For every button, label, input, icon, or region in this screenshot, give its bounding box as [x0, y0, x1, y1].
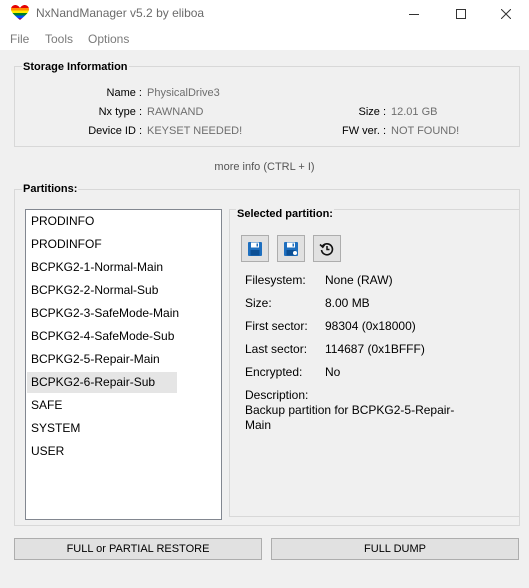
first-sector-label: First sector:	[245, 319, 308, 333]
encrypted-value: No	[325, 365, 341, 379]
partition-item-bcpkg2-2[interactable]: BCPKG2-2-Normal-Sub	[27, 280, 177, 301]
description-label: Description:	[245, 388, 309, 402]
close-button[interactable]	[483, 0, 529, 28]
last-sector-label: Last sector:	[245, 342, 308, 356]
name-label: Name :	[106, 87, 142, 99]
size-value: 12.01 GB	[391, 106, 438, 118]
dump-partition-button[interactable]	[241, 235, 269, 262]
partition-size-value: 8.00 MB	[325, 296, 370, 310]
partition-item-bcpkg2-1[interactable]: BCPKG2-1-Normal-Main	[27, 257, 177, 278]
partitions-title: Partitions:	[22, 183, 79, 195]
description-line-2: Main	[245, 418, 272, 432]
encrypted-label: Encrypted:	[245, 365, 303, 379]
partition-list[interactable]: PRODINFO PRODINFOF BCPKG2-1-Normal-Main …	[25, 209, 222, 520]
maximize-button[interactable]	[438, 0, 484, 28]
menu-bar: File Tools Options	[0, 28, 529, 50]
save-icon	[248, 241, 262, 256]
save-as-icon	[284, 241, 298, 256]
minimize-button[interactable]	[391, 0, 437, 28]
partition-item-system[interactable]: SYSTEM	[27, 418, 177, 439]
partition-item-prodinfof[interactable]: PRODINFOF	[27, 234, 177, 255]
restore-icon	[319, 242, 334, 256]
close-icon	[501, 9, 511, 19]
title-bar: NxNandManager v5.2 by eliboa	[0, 0, 529, 28]
nx-type-label: Nx type :	[98, 106, 142, 118]
partition-item-bcpkg2-3[interactable]: BCPKG2-3-SafeMode-Main	[27, 303, 179, 324]
description-line-1: Backup partition for BCPKG2-5-Repair-	[245, 403, 455, 417]
filesystem-label: Filesystem:	[245, 273, 306, 287]
heart-icon	[11, 5, 29, 20]
full-partial-restore-button[interactable]: FULL or PARTIAL RESTORE	[14, 538, 262, 560]
storage-info-title: Storage Information	[22, 61, 129, 73]
device-id-label: Device ID :	[88, 125, 142, 137]
partition-item-user[interactable]: USER	[27, 441, 177, 462]
menu-options[interactable]: Options	[88, 32, 129, 46]
description-text: Backup partition for BCPKG2-5-Repair- Ma…	[245, 403, 465, 433]
restore-partition-button[interactable]	[313, 235, 341, 262]
selected-partition-title: Selected partition:	[236, 208, 334, 220]
menu-file[interactable]: File	[10, 32, 29, 46]
name-value: PhysicalDrive3	[147, 87, 220, 99]
partition-item-safe[interactable]: SAFE	[27, 395, 177, 416]
first-sector-value: 98304 (0x18000)	[325, 319, 416, 333]
partition-size-label: Size:	[245, 296, 272, 310]
device-id-value: KEYSET NEEDED!	[147, 125, 243, 137]
partition-item-bcpkg2-4[interactable]: BCPKG2-4-SafeMode-Sub	[27, 326, 177, 347]
more-info-link[interactable]: more info (CTRL + I)	[0, 161, 529, 173]
selected-partition-panel	[229, 209, 520, 517]
minimize-icon	[409, 14, 419, 15]
window-title: NxNandManager v5.2 by eliboa	[36, 6, 205, 20]
fw-ver-value: NOT FOUND!	[391, 125, 460, 137]
save-as-partition-button[interactable]	[277, 235, 305, 262]
fw-ver-label: FW ver. :	[342, 125, 386, 137]
menu-tools[interactable]: Tools	[45, 32, 73, 46]
partition-item-bcpkg2-6[interactable]: BCPKG2-6-Repair-Sub	[27, 372, 177, 393]
partition-item-bcpkg2-5[interactable]: BCPKG2-5-Repair-Main	[27, 349, 177, 370]
size-label: Size :	[358, 106, 386, 118]
partition-item-prodinfo[interactable]: PRODINFO	[27, 211, 177, 232]
full-dump-button[interactable]: FULL DUMP	[271, 538, 519, 560]
nx-type-value: RAWNAND	[147, 106, 204, 118]
maximize-icon	[456, 9, 466, 19]
filesystem-value: None (RAW)	[325, 273, 393, 287]
last-sector-value: 114687 (0x1BFFF)	[325, 342, 425, 356]
